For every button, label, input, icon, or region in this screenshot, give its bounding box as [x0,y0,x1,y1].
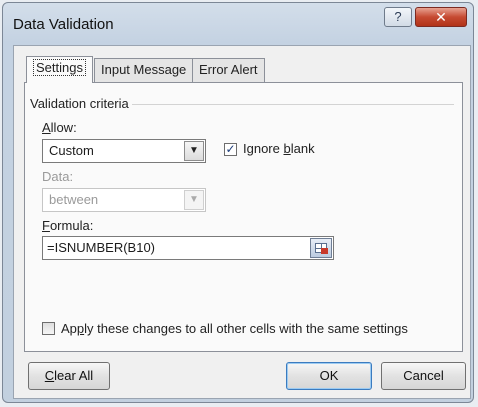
data-value: between [49,192,99,207]
close-button[interactable]: ✕ [415,7,467,27]
tab-settings[interactable]: Settings [26,56,93,83]
allow-value: Custom [49,143,94,158]
dialog-body: Settings Input Message Error Alert Valid… [13,45,471,399]
validation-criteria-label: Validation criteria [30,96,129,111]
formula-input[interactable]: =ISNUMBER(B10) [42,236,334,260]
chevron-down-icon[interactable]: ▼ [184,190,204,210]
tab-input-message[interactable]: Input Message [94,58,194,82]
data-select[interactable]: between ▼ [42,188,206,212]
range-selector-icon-accent [321,248,328,254]
close-icon: ✕ [435,9,447,25]
tab-input-message-label: Input Message [101,62,187,77]
chevron-down-icon[interactable]: ▼ [184,141,204,161]
group-divider [132,104,454,105]
ignore-blank-checkbox[interactable]: ✓ [224,143,237,156]
allow-select[interactable]: Custom ▼ [42,139,206,163]
help-button[interactable]: ? [384,7,412,27]
tab-settings-label: Settings [33,59,86,76]
checkmark-icon: ✓ [225,142,236,156]
clear-all-button[interactable]: Clear All [28,362,110,390]
range-selector-button[interactable] [310,238,332,258]
apply-all-checkbox[interactable] [42,322,55,335]
ok-button[interactable]: OK [286,362,372,390]
formula-value: =ISNUMBER(B10) [47,240,155,255]
data-validation-dialog: Data Validation ? ✕ Settings Input Messa… [2,2,474,403]
apply-all-label[interactable]: Apply these changes to all other cells w… [61,321,408,336]
settings-panel [24,82,463,352]
formula-label: Formula: [42,218,94,233]
allow-label: Allow: [42,120,77,135]
ignore-blank-label[interactable]: Ignore blank [243,141,315,156]
tab-error-alert-label: Error Alert [199,62,258,77]
tab-error-alert[interactable]: Error Alert [192,58,265,82]
data-label: Data: [42,169,74,184]
help-icon: ? [394,9,402,24]
dialog-title: Data Validation [13,16,114,33]
cancel-button[interactable]: Cancel [381,362,466,390]
